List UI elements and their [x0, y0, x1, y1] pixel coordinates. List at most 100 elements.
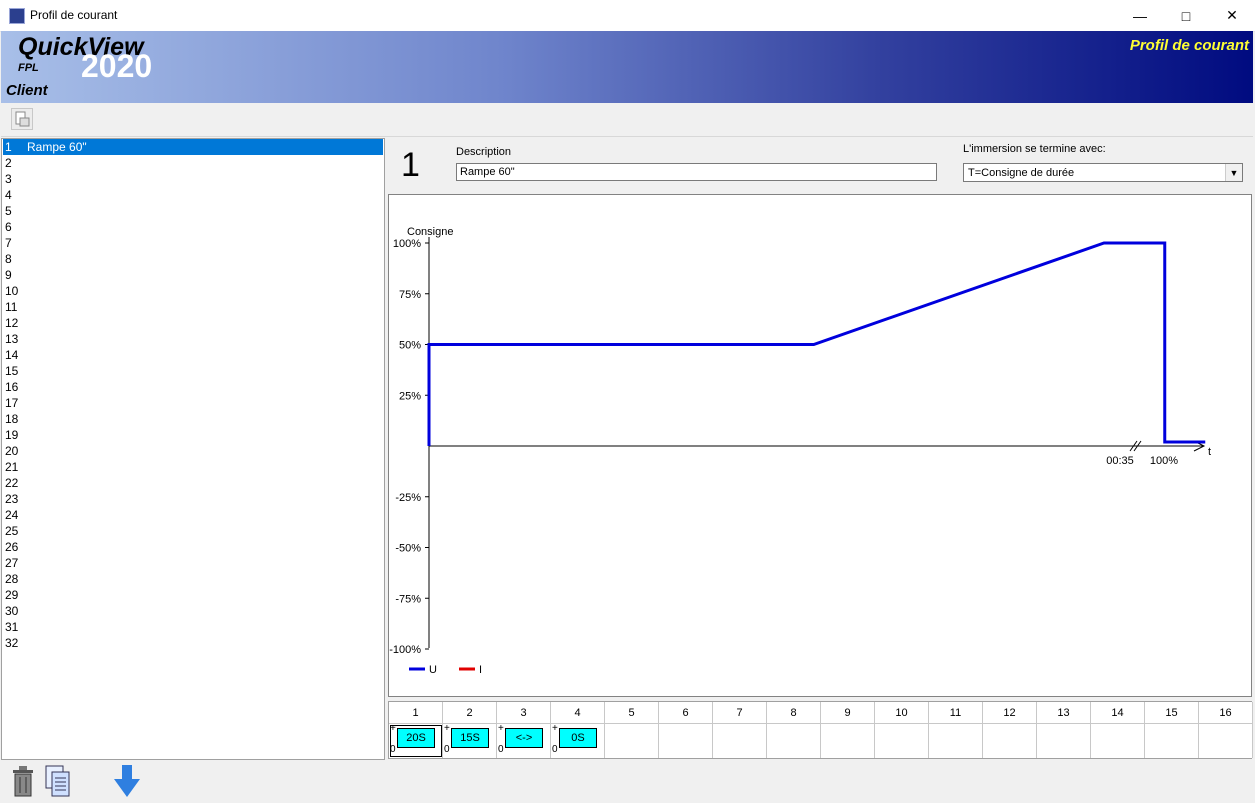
- list-item[interactable]: 21: [3, 459, 383, 475]
- print-button[interactable]: [11, 108, 33, 130]
- list-item[interactable]: 2: [3, 155, 383, 171]
- print-icon: [15, 111, 30, 127]
- list-item[interactable]: 26: [3, 539, 383, 555]
- profile-list[interactable]: 1 Rampe 60" 2 3 4 5 6 7 8 9 10 11 12 13 14 15 16 17 18 19 20…: [1, 138, 385, 760]
- copy-icon[interactable]: [44, 764, 72, 798]
- list-item[interactable]: 20: [3, 443, 383, 459]
- step-plus-marker: +: [444, 723, 450, 734]
- list-item-number: 13: [5, 332, 19, 346]
- list-item-number: 22: [5, 476, 19, 490]
- list-item[interactable]: 6: [3, 219, 383, 235]
- step-zero-marker: 0: [498, 744, 504, 755]
- description-field[interactable]: Rampe 60": [456, 163, 937, 181]
- step-value[interactable]: 0S: [559, 728, 597, 748]
- step-column-header: 6: [659, 702, 713, 724]
- step-cell[interactable]: [821, 724, 875, 758]
- minimize-icon[interactable]: —: [1117, 0, 1163, 31]
- step-cell[interactable]: [767, 724, 821, 758]
- list-item-number: 4: [5, 188, 12, 202]
- list-item-number: 32: [5, 636, 19, 650]
- step-cell[interactable]: [1145, 724, 1199, 758]
- step-plus-marker: +: [498, 723, 504, 734]
- list-item[interactable]: 18: [3, 411, 383, 427]
- list-item[interactable]: 22: [3, 475, 383, 491]
- step-cell[interactable]: [983, 724, 1037, 758]
- list-item-number: 6: [5, 220, 12, 234]
- trash-icon[interactable]: [10, 764, 36, 798]
- list-item[interactable]: 12: [3, 315, 383, 331]
- list-item[interactable]: 7: [3, 235, 383, 251]
- profile-number: 1: [401, 146, 420, 184]
- list-item[interactable]: 16: [3, 379, 383, 395]
- list-item[interactable]: 31: [3, 619, 383, 635]
- step-cell[interactable]: + <-> 0: [497, 723, 551, 758]
- profile-chart[interactable]: Consigne t 100% 75% 50% 25% -25% -50% -75% -100% 0…: [388, 194, 1252, 697]
- list-item[interactable]: 10: [3, 283, 383, 299]
- list-item-number: 10: [5, 284, 19, 298]
- list-item[interactable]: 28: [3, 571, 383, 587]
- list-item[interactable]: 11: [3, 299, 383, 315]
- list-item[interactable]: 32: [3, 635, 383, 651]
- list-item[interactable]: 30: [3, 603, 383, 619]
- list-item[interactable]: 14: [3, 347, 383, 363]
- list-item[interactable]: 25: [3, 523, 383, 539]
- step-cell[interactable]: +20S 0: [389, 723, 443, 758]
- step-column-header: 8: [767, 702, 821, 724]
- list-item[interactable]: 5: [3, 203, 383, 219]
- list-item-number: 9: [5, 268, 12, 282]
- bottom-bar: [0, 760, 1255, 803]
- step-cell[interactable]: [605, 724, 659, 758]
- chevron-down-icon[interactable]: ▼: [1225, 164, 1242, 181]
- list-item[interactable]: 24: [3, 507, 383, 523]
- list-item-number: 8: [5, 252, 12, 266]
- arrow-down-icon[interactable]: [112, 763, 142, 799]
- step-zero-marker: 0: [390, 744, 396, 755]
- step-plus-marker: +: [390, 723, 396, 734]
- step-cell[interactable]: +0S 0: [551, 723, 605, 758]
- step-cell[interactable]: [1037, 724, 1091, 758]
- list-item-number: 17: [5, 396, 19, 410]
- list-item[interactable]: 19: [3, 427, 383, 443]
- list-item[interactable]: 8: [3, 251, 383, 267]
- list-item[interactable]: 15: [3, 363, 383, 379]
- list-item-number: 27: [5, 556, 19, 570]
- step-value[interactable]: 15S: [451, 728, 489, 748]
- list-item[interactable]: 9: [3, 267, 383, 283]
- step-cell[interactable]: +15S 0: [443, 723, 497, 758]
- step-column-header: 12: [983, 702, 1037, 724]
- list-item-number: 21: [5, 460, 19, 474]
- maximize-icon[interactable]: □: [1163, 0, 1209, 31]
- close-icon[interactable]: ✕: [1209, 0, 1255, 31]
- list-item[interactable]: 17: [3, 395, 383, 411]
- step-cell[interactable]: [929, 724, 983, 758]
- steps-grid[interactable]: 1 +20S 0 2 +15S 0 3 + <-> 0 4 +0S 0 5 6 7 8 9 10 11 12 13 14 15…: [388, 701, 1253, 759]
- list-item-number: 18: [5, 412, 19, 426]
- x-axis-label: t: [1208, 446, 1211, 458]
- list-item-number: 24: [5, 508, 19, 522]
- step-cell[interactable]: [659, 724, 713, 758]
- list-item-label: Rampe 60": [27, 140, 87, 154]
- x-tick-label: 100%: [1150, 455, 1178, 467]
- step-cell[interactable]: [875, 724, 929, 758]
- list-item-number: 5: [5, 204, 12, 218]
- step-cell[interactable]: [1199, 724, 1253, 758]
- list-item[interactable]: 3: [3, 171, 383, 187]
- list-item[interactable]: 27: [3, 555, 383, 571]
- y-axis-label: Consigne: [407, 226, 453, 238]
- list-item[interactable]: 1 Rampe 60": [3, 139, 383, 155]
- app-banner: QuickView 2020 FPL Client Profil de cour…: [1, 31, 1253, 103]
- list-item[interactable]: 4: [3, 187, 383, 203]
- step-value[interactable]: 20S: [397, 728, 435, 748]
- step-column-header: 1: [389, 702, 443, 724]
- step-cell[interactable]: [1091, 724, 1145, 758]
- list-item-number: 1: [5, 140, 12, 154]
- list-item-number: 16: [5, 380, 19, 394]
- list-item[interactable]: 23: [3, 491, 383, 507]
- list-item[interactable]: 13: [3, 331, 383, 347]
- step-value[interactable]: <->: [505, 728, 543, 748]
- list-item[interactable]: 29: [3, 587, 383, 603]
- end-condition-select[interactable]: T=Consigne de durée ▼: [963, 163, 1243, 182]
- step-cell[interactable]: [713, 724, 767, 758]
- step-column-header: 5: [605, 702, 659, 724]
- y-tick-label: 100%: [393, 238, 421, 250]
